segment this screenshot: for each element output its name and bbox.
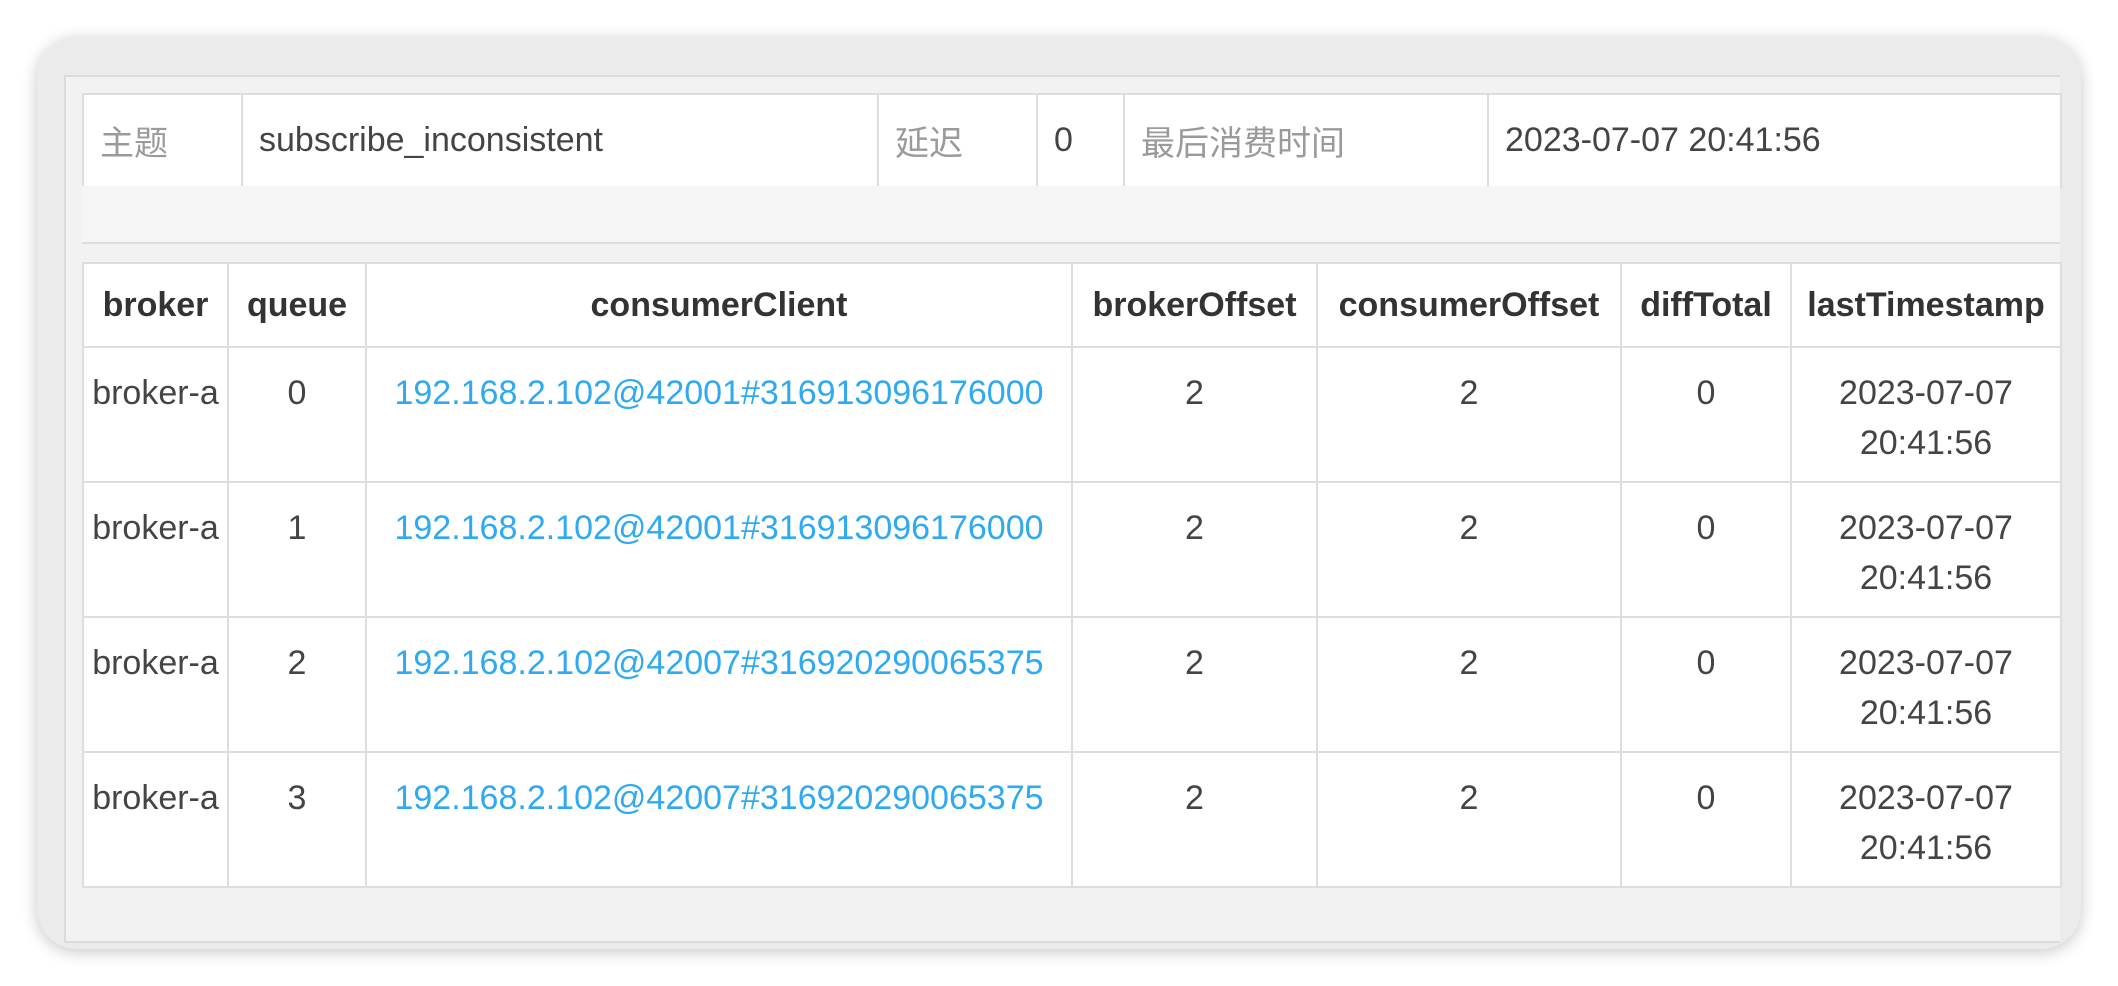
topic-label: 主题 [82,93,243,188]
cell-broker-offset: 2 [1071,481,1318,618]
cell-broker-offset: 2 [1071,751,1318,888]
cell-last-timestamp: 2023-07-07 20:41:56 [1790,346,2062,483]
section-divider [82,186,2060,244]
table-row: broker-a 0 192.168.2.102@42001#316913096… [82,346,2062,483]
cell-broker-offset: 2 [1071,616,1318,753]
table-row: broker-a 2 192.168.2.102@42007#316920290… [82,616,2062,753]
cell-queue: 2 [227,616,367,753]
queue-offset-table: broker queue consumerClient brokerOffset… [82,262,2062,888]
cell-diff-total: 0 [1620,346,1792,483]
cell-consumer-client: 192.168.2.102@42007#316920290065375 [365,616,1073,753]
cell-last-timestamp: 2023-07-07 20:41:56 [1790,616,2062,753]
cell-consumer-offset: 2 [1316,616,1622,753]
cell-last-timestamp: 2023-07-07 20:41:56 [1790,751,2062,888]
consumer-client-link[interactable]: 192.168.2.102@42001#316913096176000 [394,509,1043,547]
column-header-consumer-client: consumerClient [365,262,1073,348]
consumer-client-link[interactable]: 192.168.2.102@42001#316913096176000 [394,374,1043,412]
cell-consumer-offset: 2 [1316,481,1622,618]
column-header-broker-offset: brokerOffset [1071,262,1318,348]
cell-consumer-offset: 2 [1316,346,1622,483]
cell-consumer-client: 192.168.2.102@42001#316913096176000 [365,481,1073,618]
cell-last-timestamp: 2023-07-07 20:41:56 [1790,481,2062,618]
topic-value: subscribe_inconsistent [241,93,879,188]
column-header-broker: broker [82,262,229,348]
cell-diff-total: 0 [1620,751,1792,888]
topic-summary-table: 主题 subscribe_inconsistent 延迟 0 最后消费时间 20… [82,93,2062,188]
cell-broker: broker-a [82,346,229,483]
cell-queue: 0 [227,346,367,483]
consumer-client-link[interactable]: 192.168.2.102@42007#316920290065375 [394,644,1043,682]
column-header-queue: queue [227,262,367,348]
cell-consumer-offset: 2 [1316,751,1622,888]
delay-value: 0 [1036,93,1125,188]
column-header-last-timestamp: lastTimestamp [1790,262,2062,348]
table-header-row: broker queue consumerClient brokerOffset… [82,262,2062,348]
table-row: broker-a 1 192.168.2.102@42001#316913096… [82,481,2062,618]
cell-queue: 1 [227,481,367,618]
delay-label: 延迟 [877,93,1038,188]
column-header-consumer-offset: consumerOffset [1316,262,1622,348]
cell-consumer-client: 192.168.2.102@42007#316920290065375 [365,751,1073,888]
last-consume-time-value: 2023-07-07 20:41:56 [1487,93,2062,188]
cell-broker-offset: 2 [1071,346,1318,483]
cell-broker: broker-a [82,616,229,753]
cell-broker: broker-a [82,481,229,618]
cell-diff-total: 0 [1620,616,1792,753]
column-header-diff-total: diffTotal [1620,262,1792,348]
cell-consumer-client: 192.168.2.102@42001#316913096176000 [365,346,1073,483]
topic-summary-row: 主题 subscribe_inconsistent 延迟 0 最后消费时间 20… [82,93,2062,188]
cell-broker: broker-a [82,751,229,888]
table-row: broker-a 3 192.168.2.102@42007#316920290… [82,751,2062,888]
consumer-client-link[interactable]: 192.168.2.102@42007#316920290065375 [394,779,1043,817]
last-consume-time-label: 最后消费时间 [1123,93,1489,188]
cell-diff-total: 0 [1620,481,1792,618]
cell-queue: 3 [227,751,367,888]
